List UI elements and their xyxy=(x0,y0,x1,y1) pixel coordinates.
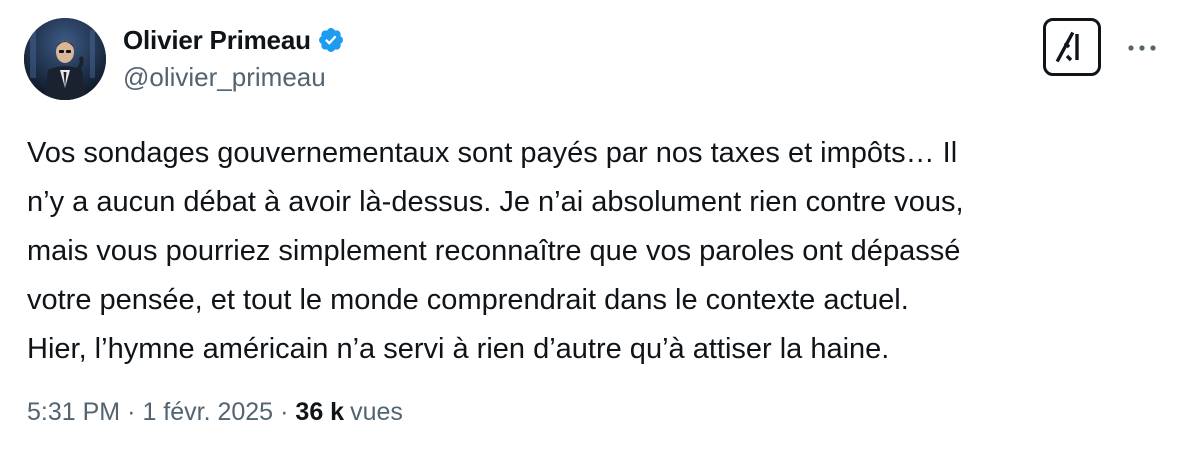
author-display-name[interactable]: Olivier Primeau xyxy=(123,25,311,56)
verified-badge-icon[interactable] xyxy=(317,26,345,54)
grok-button[interactable] xyxy=(1043,18,1101,76)
tweet-text-line: mais vous pourriez simplement reconnaîtr… xyxy=(27,235,961,267)
author-handle[interactable]: @olivier_primeau xyxy=(123,62,326,93)
avatar-photo xyxy=(24,18,106,100)
more-dots-icon xyxy=(1128,45,1156,51)
tweet-metadata: 5:31 PM · 1 févr. 2025 · 36 k vues xyxy=(27,398,403,427)
more-options-button[interactable] xyxy=(1124,30,1160,66)
author-name-row: Olivier Primeau xyxy=(123,22,345,58)
tweet-text: Vos sondages gouvernementaux sont payés … xyxy=(27,129,1167,374)
tweet-text-line: votre pensée, et tout le monde comprendr… xyxy=(27,284,909,316)
tweet-text-line: Hier, l’hymne américain n’a servi à rien… xyxy=(27,333,890,365)
tweet-card: Olivier Primeau @olivier_primeau Vos son… xyxy=(0,0,1186,456)
tweet-text-line: n’y a aucun débat à avoir là-dessus. Je … xyxy=(27,186,964,218)
grok-icon xyxy=(1055,31,1079,63)
tweet-text-line: Vos sondages gouvernementaux sont payés … xyxy=(27,137,958,169)
author-avatar[interactable] xyxy=(24,18,106,100)
meta-separator: · xyxy=(127,398,136,426)
tweet-time[interactable]: 5:31 PM xyxy=(27,398,120,427)
tweet-date[interactable]: 1 févr. 2025 xyxy=(142,398,273,427)
views-count[interactable]: 36 k xyxy=(295,398,344,427)
views-label: vues xyxy=(350,398,403,426)
meta-separator: · xyxy=(280,398,289,426)
